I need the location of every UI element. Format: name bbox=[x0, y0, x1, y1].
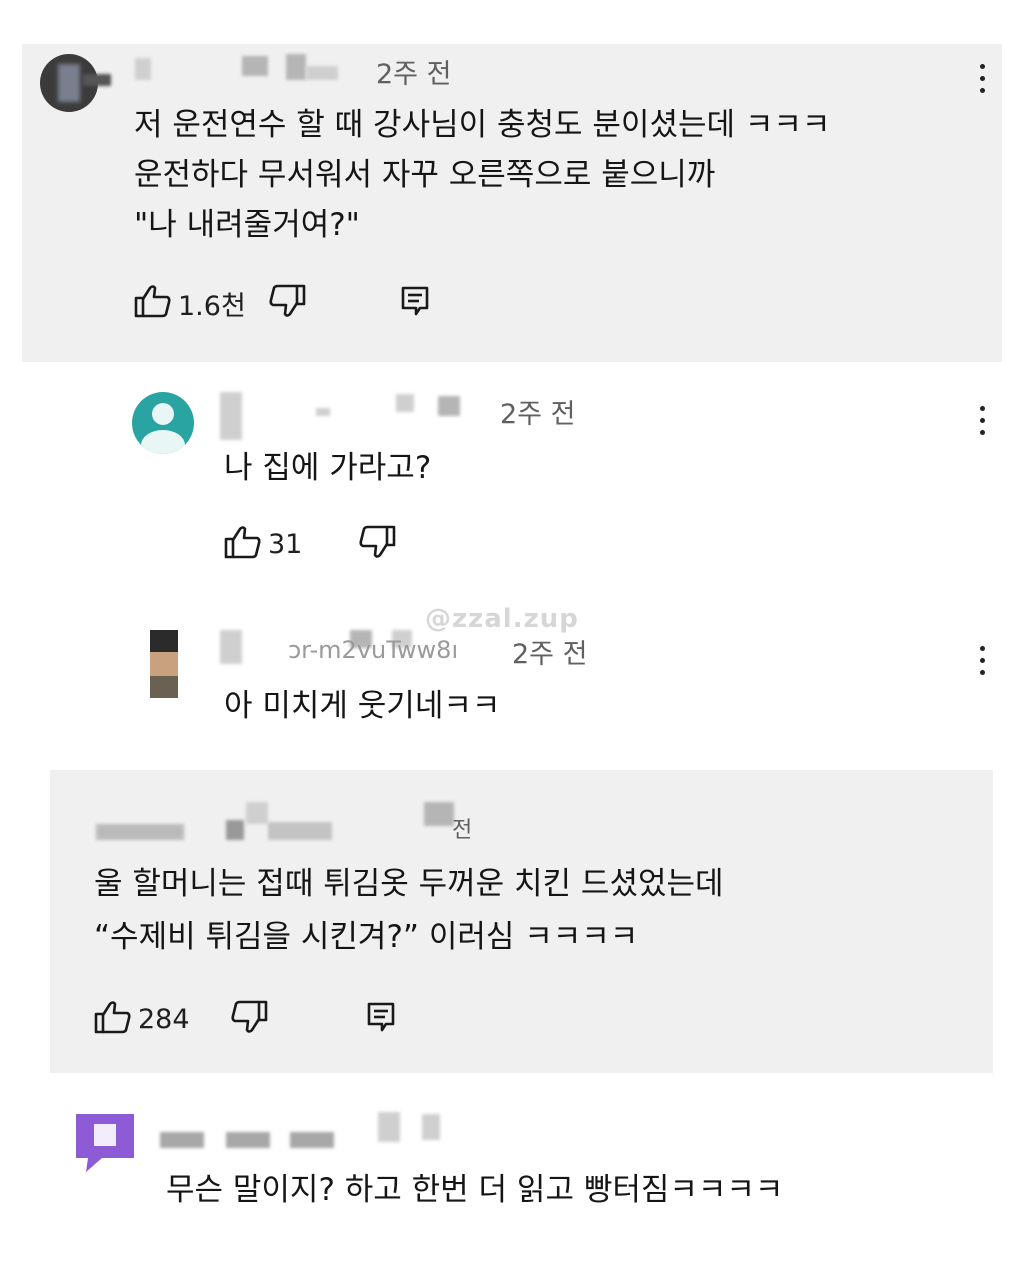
comment-text-line: 무슨 말이지? 하고 한번 더 읽고 빵터짐ㅋㅋㅋㅋ bbox=[166, 1172, 784, 1208]
comment-text-line: 운전하다 무서워서 자꾸 오른쪽으로 붙으니까 bbox=[134, 157, 716, 193]
comment-actions: 1.6천 bbox=[134, 283, 430, 323]
blurred-username-fragment: ɔr-m2vuTww8ı bbox=[288, 636, 459, 664]
blurred-username bbox=[268, 822, 332, 840]
comment-timestamp: 2주 전 bbox=[512, 639, 588, 670]
blurred-username bbox=[290, 1132, 334, 1148]
blurred-username bbox=[96, 824, 184, 840]
like-count: 284 bbox=[138, 1003, 190, 1035]
avatar[interactable] bbox=[150, 630, 178, 698]
blurred-username bbox=[246, 802, 268, 824]
more-options-icon[interactable] bbox=[978, 406, 986, 436]
like-count: 1.6천 bbox=[178, 290, 246, 322]
comment-text-line: 나 집에 가라고? bbox=[224, 450, 432, 486]
thumbs-down-icon[interactable] bbox=[230, 999, 268, 1039]
blurred-username bbox=[438, 396, 460, 416]
blurred-username bbox=[286, 54, 306, 80]
comment-text-line: 울 할머니는 접때 튀김옷 두꺼운 치킨 드셨었는데 bbox=[94, 866, 724, 902]
like-count: 31 bbox=[268, 528, 303, 560]
avatar[interactable] bbox=[132, 392, 194, 454]
comment-thread: 2주 전 저 운전연수 할 때 강사님이 충청도 분이셨는데 ㅋㅋㅋ 운전하다 … bbox=[0, 0, 1024, 1280]
thumbs-up-icon[interactable] bbox=[224, 524, 262, 564]
blurred-username bbox=[424, 802, 454, 826]
comment-timestamp: 전 bbox=[452, 818, 473, 843]
blurred-username bbox=[306, 66, 338, 80]
comment-actions: 284 bbox=[94, 999, 396, 1039]
comment-timestamp: 2주 전 bbox=[500, 399, 576, 430]
thumbs-down-icon[interactable] bbox=[358, 524, 396, 564]
blurred-username bbox=[160, 1132, 204, 1148]
blurred-username bbox=[226, 1132, 270, 1148]
blurred-username bbox=[316, 408, 330, 416]
comment-text-line: "나 내려줄거여?" bbox=[134, 207, 360, 243]
thumbs-up-icon[interactable] bbox=[134, 283, 172, 323]
comment-timestamp: 2주 전 bbox=[376, 59, 452, 90]
blurred-username bbox=[226, 820, 244, 840]
avatar[interactable] bbox=[72, 1110, 138, 1176]
more-options-icon[interactable] bbox=[978, 64, 986, 94]
blurred-username bbox=[378, 1112, 400, 1142]
reply-icon[interactable] bbox=[366, 1001, 396, 1037]
more-options-icon[interactable] bbox=[978, 646, 986, 676]
blurred-username bbox=[396, 394, 414, 412]
comment-text-line: 아 미치게 웃기네ㅋㅋ bbox=[224, 688, 501, 724]
comment-text-line: “수제비 튀김을 시킨겨?” 이러심 ㅋㅋㅋㅋ bbox=[94, 919, 639, 955]
blurred-username bbox=[135, 58, 151, 80]
comment-text-line: 저 운전연수 할 때 강사님이 충청도 분이셨는데 ㅋㅋㅋ bbox=[134, 107, 831, 143]
blurred-username bbox=[422, 1114, 440, 1140]
reply-icon[interactable] bbox=[400, 285, 430, 321]
thumbs-down-icon[interactable] bbox=[268, 283, 306, 323]
watermark: @zzal.zup bbox=[425, 604, 579, 634]
blurred-username bbox=[242, 56, 268, 76]
blurred-username bbox=[83, 74, 111, 86]
blurred-username bbox=[220, 392, 242, 440]
blurred-username bbox=[220, 630, 242, 664]
thumbs-up-icon[interactable] bbox=[94, 999, 132, 1039]
comment-actions: 31 bbox=[224, 524, 396, 564]
